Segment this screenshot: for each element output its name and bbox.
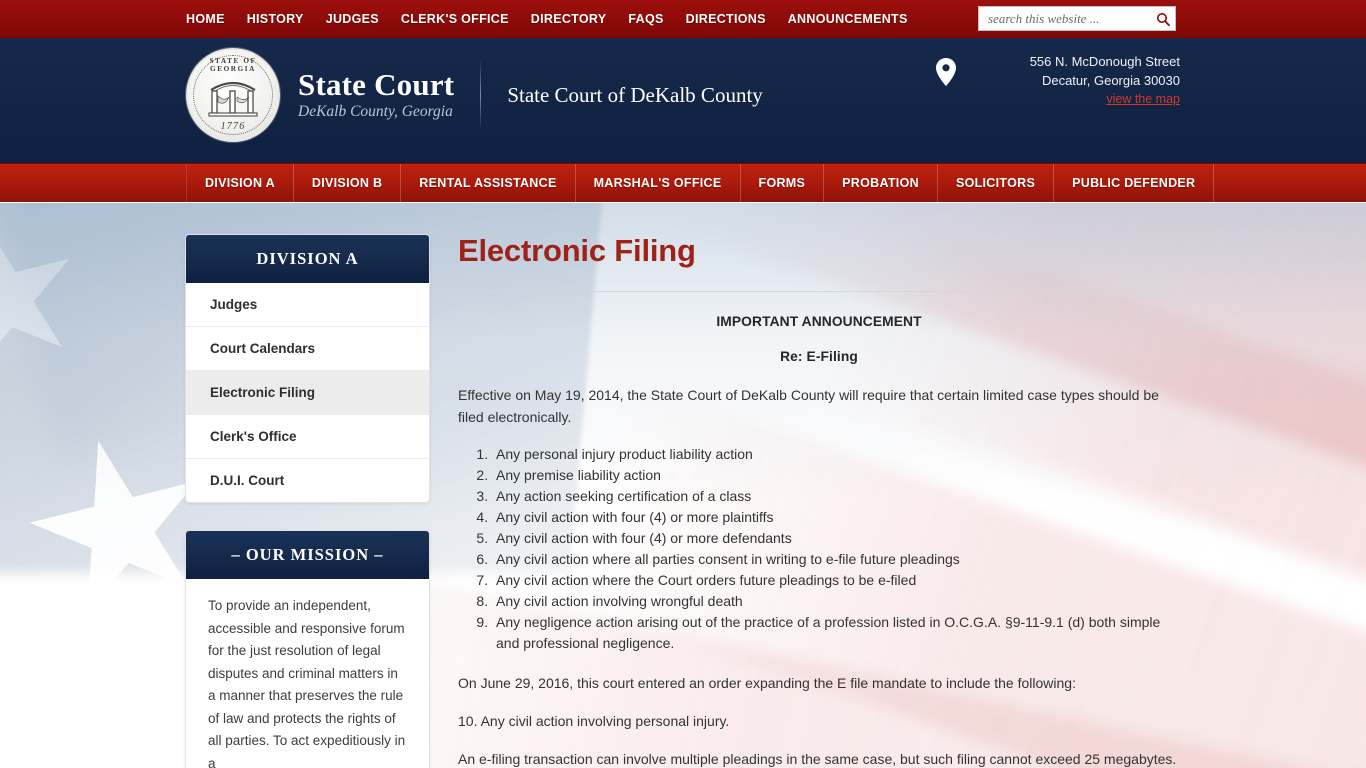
list-item: Any premise liability action [492,465,1180,486]
sidebar-link-judges[interactable]: Judges [186,283,429,326]
list-item: Any civil action where the Court orders … [492,570,1180,591]
mainnav-item-public-defender[interactable]: PUBLIC DEFENDER [1054,164,1215,202]
page-title: Electronic Filing [458,233,696,268]
sidebar-link-court-calendars[interactable]: Court Calendars [186,327,429,370]
division-a-menu: Judges Court Calendars Electronic Filing… [186,283,429,502]
seal-year: 1776 [220,121,246,132]
georgia-state-seal-icon: STATE OF GEORGIA 1776 [186,48,280,142]
address-block: 556 N. McDonough Street Decatur, Georgia… [936,52,1180,108]
mainnav-item-probation[interactable]: PROBATION [824,164,938,202]
topnav-item-judges[interactable]: JUDGES [326,12,379,26]
list-item: Any civil action where all parties conse… [492,549,1180,570]
topnav-item-announcements[interactable]: ANNOUNCEMENTS [788,12,908,26]
announcement-subheading: Re: E-Filing [780,349,858,365]
sidebar-item-court-calendars[interactable]: Court Calendars [186,327,429,371]
top-navigation: HOME HISTORY JUDGES CLERK'S OFFICE DIREC… [186,12,908,26]
brand-divider [480,59,482,131]
sidebar-item-dui-court[interactable]: D.U.I. Court [186,459,429,502]
topnav-item-faqs[interactable]: FAQS [628,12,663,26]
topnav-item-home[interactable]: HOME [186,12,225,26]
title-divider [458,291,1180,293]
our-mission-text: To provide an independent, accessible an… [208,598,406,768]
mainnav-item-forms[interactable]: FORMS [741,164,825,202]
case-types-list: Any personal injury product liability ac… [492,444,1180,654]
list-item: Any negligence action arising out of the… [492,612,1180,654]
mainnav-item-marshals-office[interactable]: MARSHAL'S OFFICE [576,164,741,202]
search-button[interactable] [1151,7,1175,30]
brand-subtitle: DeKalb County, Georgia [298,103,453,121]
list-item: Any civil action with four (4) or more p… [492,507,1180,528]
our-mission-widget-title: – OUR MISSION – [186,531,429,579]
seal-top-text: STATE OF GEORGIA [209,57,257,73]
mainnav-item-division-b[interactable]: DIVISION B [294,164,402,202]
list-item: Any personal injury product liability ac… [492,444,1180,465]
our-mission-widget: – OUR MISSION – To provide an independen… [185,530,430,768]
brand-tagline: State Court of DeKalb County [507,82,763,107]
topnav-item-directions[interactable]: DIRECTIONS [686,12,766,26]
list-item-ten: 10. Any civil action involving personal … [458,713,730,730]
map-pin-icon [936,58,956,86]
site-header: STATE OF GEORGIA 1776 State Court DeKalb… [0,38,1366,186]
view-map-link[interactable]: view the map [1106,92,1180,106]
main-navigation: DIVISION A DIVISION B RENTAL ASSISTANCE … [0,163,1366,202]
sidebar-item-judges[interactable]: Judges [186,283,429,327]
top-utility-bar: HOME HISTORY JUDGES CLERK'S OFFICE DIREC… [0,0,1366,38]
list-item: Any civil action with four (4) or more d… [492,528,1180,549]
address-line-2: Decatur, Georgia 30030 [1041,73,1180,88]
sidebar: DIVISION A Judges Court Calendars Electr… [185,234,430,768]
brand-title: State Court [298,66,455,102]
list-item: Any civil action involving wrongful deat… [492,591,1180,612]
seal-arch-icon [208,81,258,117]
search-box[interactable] [978,6,1176,31]
mainnav-item-solicitors[interactable]: SOLICITORS [938,164,1055,202]
intro-paragraph: Effective on May 19, 2014, the State Cou… [458,387,1159,426]
main-content: Electronic Filing IMPORTANT ANNOUNCEMENT… [458,233,1366,768]
division-a-widget-title: DIVISION A [186,235,429,283]
sidebar-link-dui-court[interactable]: D.U.I. Court [186,459,429,502]
sidebar-item-electronic-filing[interactable]: Electronic Filing [186,371,429,415]
brand-block[interactable]: STATE OF GEORGIA 1776 State Court DeKalb… [186,48,763,142]
content-wrapper: DIVISION A Judges Court Calendars Electr… [0,202,1366,768]
search-input[interactable] [979,7,1151,30]
topnav-item-directory[interactable]: DIRECTORY [531,12,607,26]
sidebar-item-clerks-office[interactable]: Clerk's Office [186,415,429,459]
search-icon [1157,12,1170,26]
address-line-1: 556 N. McDonough Street [1029,54,1180,69]
closing-paragraph: An e-filing transaction can involve mult… [458,751,1177,768]
division-a-widget: DIVISION A Judges Court Calendars Electr… [185,234,430,503]
topnav-item-history[interactable]: HISTORY [247,12,304,26]
topnav-item-clerks-office[interactable]: CLERK'S OFFICE [401,12,509,26]
mainnav-item-division-a[interactable]: DIVISION A [186,164,294,202]
expansion-paragraph: On June 29, 2016, this court entered an … [458,675,1076,692]
announcement-heading: IMPORTANT ANNOUNCEMENT [716,314,922,330]
list-item: Any action seeking certification of a cl… [492,486,1180,507]
sidebar-link-clerks-office[interactable]: Clerk's Office [186,415,429,458]
mainnav-item-rental-assistance[interactable]: RENTAL ASSISTANCE [401,164,576,202]
sidebar-link-electronic-filing[interactable]: Electronic Filing [186,371,429,414]
